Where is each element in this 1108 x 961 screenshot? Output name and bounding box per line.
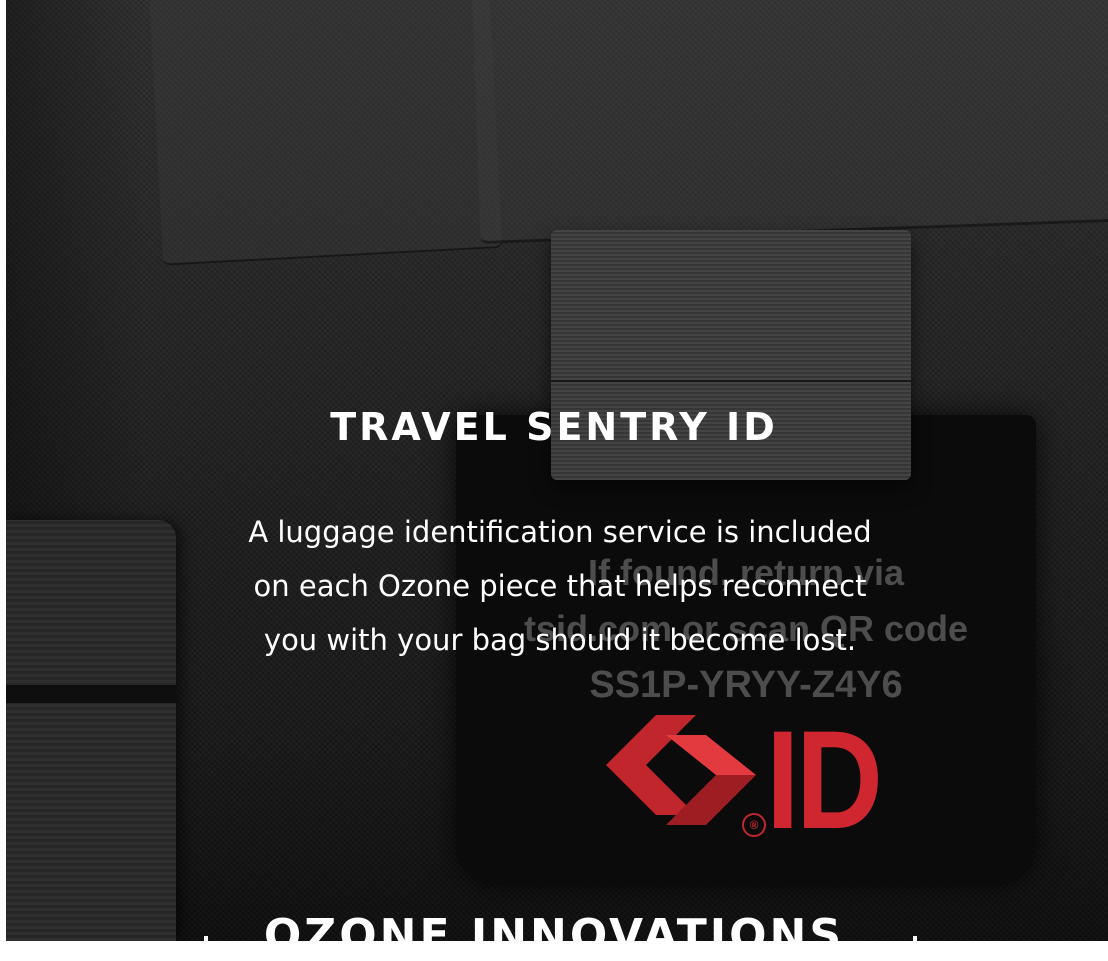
fabric-panel — [149, 0, 503, 266]
id-logo-letters: ID — [766, 701, 883, 858]
fabric-panel — [471, 0, 1108, 245]
description-line: A luggage identification service is incl… — [248, 515, 872, 549]
section-title: TRAVEL SENTRY ID — [330, 405, 778, 449]
registered-mark: ® — [742, 813, 766, 837]
title-divider-right — [913, 936, 917, 941]
next-section-title: OZONE INNOVATIONS — [263, 910, 845, 961]
bag-side-seam — [6, 685, 176, 703]
section-description: A luggage identification service is incl… — [0, 505, 1108, 667]
title-divider-left — [204, 936, 208, 941]
description-line: on each Ozone piece that helps reconnect — [253, 569, 867, 603]
hero-background-image: If found, return via tsid.com or scan QR… — [6, 0, 1108, 941]
strap-stitch-line — [551, 380, 911, 382]
description-line: you with your bag should it become lost. — [263, 623, 857, 657]
